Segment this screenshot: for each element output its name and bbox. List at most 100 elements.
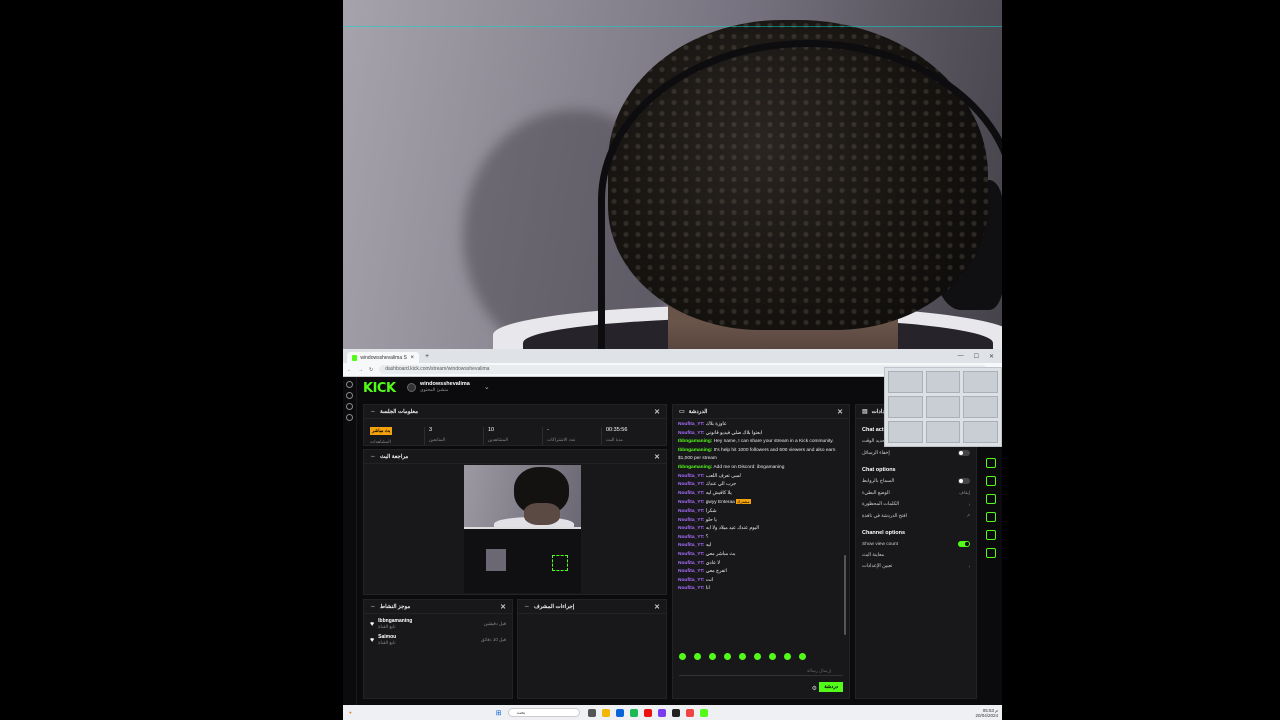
maximize-button[interactable]: ☐ <box>974 353 979 360</box>
close-icon[interactable]: ✕ <box>500 603 506 611</box>
system-clock[interactable]: 05:53 م 20/04/2024 <box>975 708 1002 718</box>
chat-username[interactable]: Noufita_YT: <box>678 526 704 531</box>
rail-widget-icon[interactable] <box>986 512 996 522</box>
chat-username[interactable]: Noufita_YT: <box>678 482 704 487</box>
forward-icon[interactable]: → <box>358 367 363 373</box>
setting-row[interactable]: الكلمات المحظورة › <box>856 499 976 510</box>
close-icon[interactable]: ✕ <box>654 408 660 416</box>
snap-option[interactable] <box>888 396 923 418</box>
chat-username[interactable]: Noufita_YT: <box>678 474 704 479</box>
emote-icon[interactable] <box>754 653 761 660</box>
setting-row[interactable]: معاينة البث <box>856 550 976 561</box>
send-button[interactable]: دردشة <box>819 682 843 692</box>
chat-scrollbar[interactable] <box>844 555 846 635</box>
task-view-icon[interactable] <box>587 708 596 717</box>
toggle[interactable] <box>958 478 970 484</box>
setting-row[interactable]: إخفاء الرسائل <box>856 447 976 459</box>
chat-username[interactable]: Noufita_YT: <box>678 543 704 548</box>
new-tab-button[interactable]: + <box>425 353 429 360</box>
app-icon[interactable] <box>657 708 666 717</box>
chat-username[interactable]: Noufita_YT: <box>678 561 704 566</box>
chat-username[interactable]: Ibbngamaning: <box>678 448 712 453</box>
chat-username[interactable]: Noufita_YT: <box>678 569 704 574</box>
chat-username[interactable]: Noufita_YT: <box>678 586 704 591</box>
chat-username[interactable]: Noufita_YT: <box>678 431 704 436</box>
snap-option[interactable] <box>963 396 998 418</box>
browser-tab[interactable]: windowsshevalima Stream - Kick × <box>347 352 419 363</box>
channel-switcher[interactable]: windowsshevalima منشئ المحتوى ⌄ <box>407 381 490 393</box>
emote-icon[interactable] <box>679 653 686 660</box>
chrome-icon[interactable] <box>685 708 694 717</box>
close-icon[interactable]: ✕ <box>837 408 843 416</box>
app-icon[interactable] <box>629 708 638 717</box>
snap-option[interactable] <box>963 421 998 443</box>
emote-icon[interactable] <box>694 653 701 660</box>
minimize-button[interactable]: — <box>958 353 964 360</box>
chat-username[interactable]: Noufita_YT: <box>678 552 704 557</box>
window-controls: — ☐ ✕ <box>958 353 1002 360</box>
snap-option[interactable] <box>888 371 923 393</box>
drag-icon[interactable]: ⇔ <box>370 604 376 610</box>
stream-preview[interactable] <box>464 465 581 593</box>
gear-icon[interactable]: ⚙ <box>812 685 817 692</box>
setting-row[interactable]: افتح الدردشة في نافذة ↗ <box>856 510 976 522</box>
reload-icon[interactable]: ↻ <box>369 367 373 373</box>
emote-icon[interactable] <box>739 653 746 660</box>
chat-username[interactable]: Ibbngamaning: <box>678 439 712 444</box>
edge-icon[interactable] <box>615 708 624 717</box>
kick-app-icon[interactable] <box>699 708 708 717</box>
chat-username[interactable]: Noufita_YT: <box>678 578 704 583</box>
drag-icon[interactable]: ⇔ <box>370 454 376 460</box>
chat-username[interactable]: Noufita_YT: <box>678 535 704 540</box>
sidebar-downloads-icon[interactable] <box>346 414 353 421</box>
chat-message: Ibbngamaning: Add me on Discord: ibngama… <box>678 464 844 473</box>
back-icon[interactable]: ← <box>347 367 352 373</box>
weather-icon[interactable]: ● <box>349 710 352 715</box>
snap-option[interactable] <box>925 396 961 418</box>
chat-username[interactable]: Noufita_YT: <box>678 518 704 523</box>
chat-username[interactable]: Ibbngamaning: <box>678 465 712 470</box>
setting-row[interactable]: الوضع البطيء إيقاف <box>856 487 976 499</box>
close-window-button[interactable]: ✕ <box>989 353 994 360</box>
sidebar-history-icon[interactable] <box>346 403 353 410</box>
rail-widget-icon[interactable] <box>986 476 996 486</box>
taskbar-search[interactable]: بحث <box>507 708 580 717</box>
emote-icon[interactable] <box>709 653 716 660</box>
chat-username[interactable]: Noufita_YT: <box>678 500 704 505</box>
snap-option[interactable] <box>925 371 961 393</box>
kick-logo[interactable]: KICK <box>363 381 396 396</box>
toggle[interactable] <box>958 541 970 547</box>
rail-widget-icon[interactable] <box>986 548 996 558</box>
close-icon[interactable]: ✕ <box>654 453 660 461</box>
rail-widget-icon[interactable] <box>986 530 996 540</box>
setting-row[interactable]: السماح بالروابط <box>856 475 976 487</box>
emote-icon[interactable] <box>799 653 806 660</box>
app-icon[interactable] <box>643 708 652 717</box>
close-tab-icon[interactable]: × <box>410 355 414 361</box>
sidebar-home-icon[interactable] <box>346 381 353 388</box>
rail-widget-icon[interactable] <box>986 458 996 468</box>
setting-row[interactable]: تعيين الإعدادات › <box>856 561 976 572</box>
drag-icon[interactable]: ⇔ <box>370 409 376 415</box>
chat-input[interactable]: إرسال رسالة <box>679 665 843 676</box>
snap-option[interactable] <box>888 421 923 443</box>
chat-username[interactable]: Noufita_YT: <box>678 491 704 496</box>
toggle[interactable] <box>958 450 970 456</box>
chevron-down-icon[interactable]: ⌄ <box>484 383 490 391</box>
app-icon[interactable] <box>671 708 680 717</box>
drag-icon[interactable]: ⇔ <box>524 604 530 610</box>
sidebar-search-icon[interactable] <box>346 392 353 399</box>
extra-label: المشاهدات <box>370 439 391 444</box>
setting-row[interactable]: Show view count <box>856 538 976 550</box>
emote-icon[interactable] <box>784 653 791 660</box>
file-explorer-icon[interactable] <box>601 708 610 717</box>
close-icon[interactable]: ✕ <box>654 603 660 611</box>
snap-option[interactable] <box>963 371 998 393</box>
emote-icon[interactable] <box>724 653 731 660</box>
rail-widget-icon[interactable] <box>986 494 996 504</box>
snap-option[interactable] <box>925 421 961 443</box>
start-icon[interactable]: ⊞ <box>496 709 502 717</box>
emote-icon[interactable] <box>769 653 776 660</box>
chat-username[interactable]: Noufita_YT: <box>678 509 704 514</box>
chat-username[interactable]: Noufita_YT: <box>678 422 704 427</box>
